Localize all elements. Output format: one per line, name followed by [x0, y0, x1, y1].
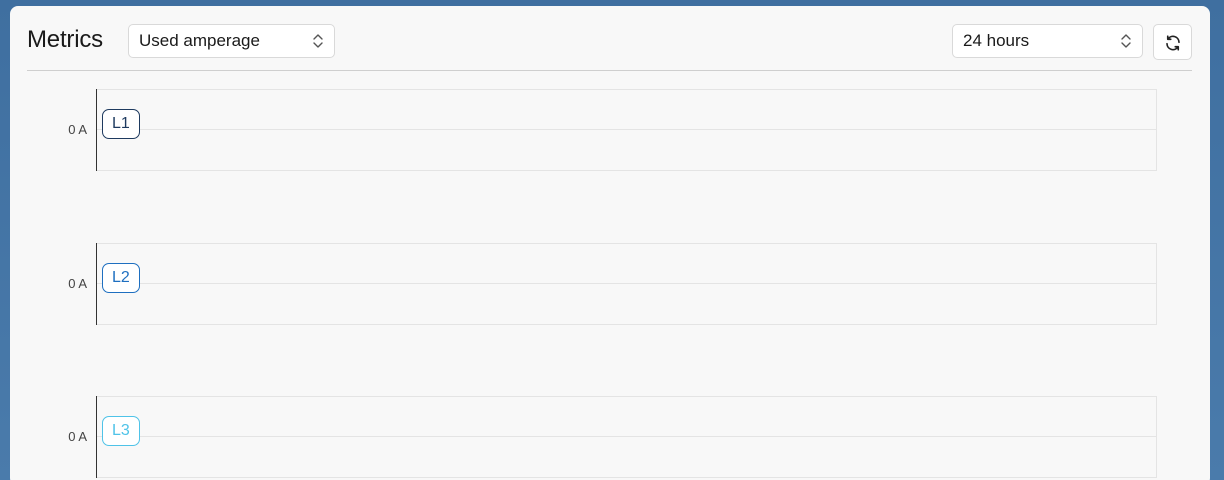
series-badge-l1[interactable]: L1	[102, 109, 140, 139]
y-axis-label: 0 A	[68, 122, 87, 137]
series-badge-l2[interactable]: L2	[102, 263, 140, 293]
metrics-header: Metrics Used amperage 24 hours	[27, 24, 1192, 64]
zero-line	[97, 436, 1156, 437]
plot-area	[96, 396, 1157, 478]
header-divider	[27, 70, 1192, 71]
chevron-up-down-icon	[1121, 34, 1131, 48]
page-title: Metrics	[27, 26, 103, 53]
y-axis-label: 0 A	[68, 429, 87, 444]
plot-area	[96, 243, 1157, 325]
chart-l3: 0 A L3	[10, 396, 1210, 480]
zero-line	[97, 283, 1156, 284]
metric-select[interactable]: Used amperage	[128, 24, 335, 58]
refresh-icon	[1166, 35, 1180, 51]
series-badge-l3[interactable]: L3	[102, 416, 140, 446]
metrics-panel: Metrics Used amperage 24 hours 0 A L1 0 …	[10, 6, 1210, 480]
plot-area	[96, 89, 1157, 171]
time-range-select[interactable]: 24 hours	[952, 24, 1143, 58]
y-axis	[96, 396, 97, 478]
zero-line	[97, 129, 1156, 130]
chart-l2: 0 A L2	[10, 243, 1210, 327]
refresh-button[interactable]	[1153, 24, 1192, 60]
time-range-select-value: 24 hours	[963, 31, 1030, 50]
metric-select-value: Used amperage	[139, 31, 260, 50]
y-axis	[96, 243, 97, 325]
chevron-up-down-icon	[313, 34, 323, 48]
y-axis	[96, 89, 97, 171]
chart-l1: 0 A L1	[10, 89, 1210, 173]
y-axis-label: 0 A	[68, 276, 87, 291]
